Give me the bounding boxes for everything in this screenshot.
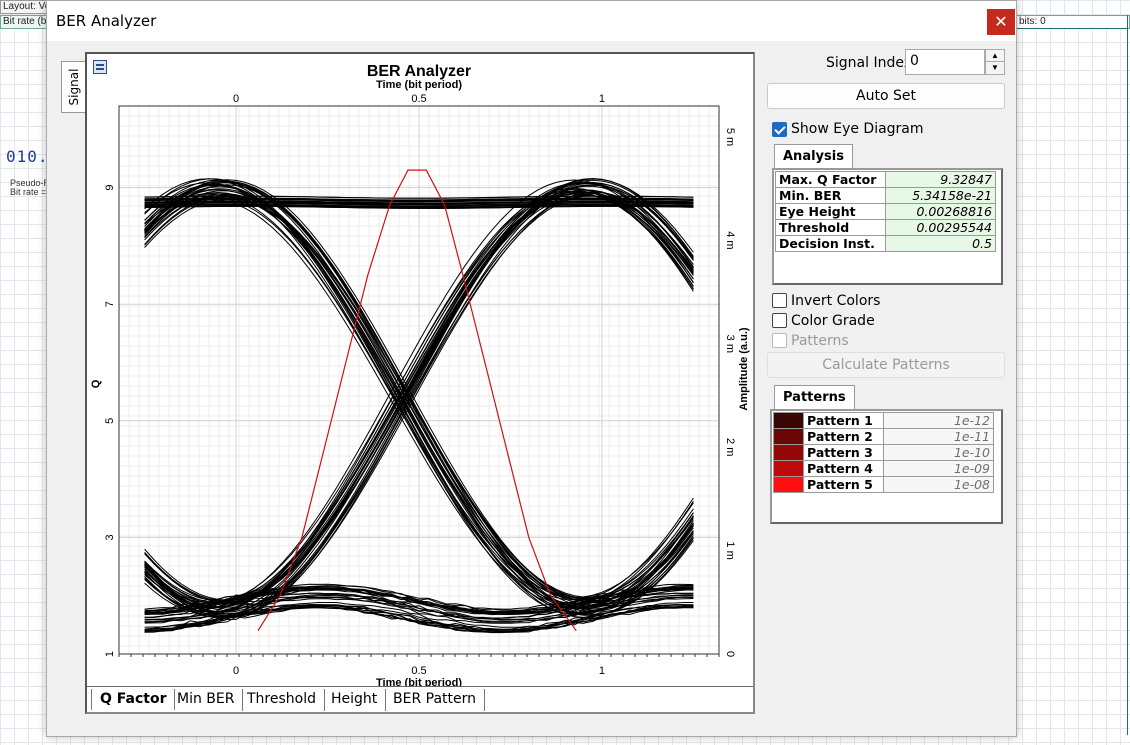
invert-colors-label: Invert Colors	[791, 293, 881, 309]
x-tick-label-top: 0.5	[411, 93, 426, 105]
table-row: Threshold 0.00295544	[775, 219, 996, 236]
color-grade-checkbox[interactable]	[772, 313, 787, 328]
analysis-key: Decision Inst.	[775, 235, 886, 252]
analysis-value: 5.34158e-21	[885, 187, 996, 204]
pattern-color-swatch	[773, 476, 804, 493]
analysis-panel: Max. Q Factor 9.32847 Min. BER 5.34158e-21…	[772, 168, 1003, 285]
y-right-tick-label: 2 m	[724, 438, 736, 456]
background-wire	[1016, 28, 1128, 29]
analysis-value: 0.00295544	[885, 219, 996, 236]
pattern-name: Pattern 5	[803, 476, 884, 493]
pattern-row: Pattern 5 1e-08	[773, 476, 994, 493]
tab-threshold[interactable]: Threshold	[239, 689, 325, 711]
y-axis-label-right: Amplitude (a.u.)	[738, 327, 750, 410]
color-grade-label: Color Grade	[791, 313, 875, 329]
chart-view-tabs: Q Factor Min BER Threshold Height BER Pa…	[87, 686, 753, 712]
tab-q-factor[interactable]: Q Factor	[91, 689, 176, 711]
patterns-checkbox-label: Patterns	[791, 333, 849, 349]
y-left-tick-label: 5	[104, 418, 116, 424]
auto-set-button[interactable]: Auto Set	[767, 83, 1005, 109]
x-tick-label-top: 1	[599, 93, 605, 105]
ber-analyzer-window: BER Analyzer ✕ Signal 0 0 0.5 0.5 1 1 1 3 5 7 9 0 1 …	[46, 0, 1017, 737]
background-bitrate-label: Bit rate (bi	[0, 15, 48, 29]
y-right-tick-label: 5 m	[724, 128, 736, 146]
y-axis-label-left: Q	[90, 379, 102, 388]
patterns-table: Pattern 1 1e-12 Pattern 2 1e-11 Pattern 3 1e-…	[773, 412, 994, 493]
y-right-tick-label: 1 m	[724, 541, 736, 559]
spin-down-icon[interactable]: ▼	[986, 62, 1004, 74]
pattern-value: 1e-12	[883, 412, 994, 429]
analysis-value: 0.5	[885, 235, 996, 252]
eye-diagram-chart[interactable]: 0 0 0.5 0.5 1 1 1 3 5 7 9 0 1 m 2 m 3 m 4 m 5 m BER Analy…	[87, 54, 753, 686]
y-left-tick-label: 9	[104, 185, 116, 191]
tab-patterns[interactable]: Patterns	[774, 385, 855, 410]
background-wire	[1127, 15, 1128, 735]
analysis-key: Threshold	[775, 219, 886, 236]
x-axis-label-bottom: Time (bit period)	[376, 677, 462, 686]
window-title: BER Analyzer	[56, 12, 157, 30]
y-right-tick-label: 4 m	[724, 231, 736, 249]
tab-analysis[interactable]: Analysis	[774, 144, 853, 169]
close-icon: ✕	[994, 12, 1008, 31]
signal-index-input[interactable]: 0	[905, 49, 985, 75]
tab-signal-label: Signal	[67, 68, 81, 106]
invert-colors-checkbox[interactable]	[772, 293, 787, 308]
y-left-tick-label: 3	[104, 534, 116, 540]
y-right-tick-label: 0	[724, 651, 736, 657]
show-eye-diagram-checkbox[interactable]	[772, 122, 787, 137]
pattern-name: Pattern 2	[803, 428, 884, 445]
x-tick-label-bottom: 1	[599, 665, 605, 677]
chart-panel: 0 0 0.5 0.5 1 1 1 3 5 7 9 0 1 m 2 m 3 m 4 m 5 m BER Analy…	[85, 52, 755, 714]
calculate-patterns-button[interactable]: Calculate Patterns	[767, 352, 1005, 378]
tab-ber-pattern[interactable]: BER Pattern	[385, 689, 485, 711]
pattern-color-swatch	[773, 412, 804, 429]
background-layout-label: Layout: Ve	[0, 0, 48, 14]
tab-min-ber[interactable]: Min BER	[169, 689, 244, 711]
signal-index-spinner[interactable]: ▲ ▼	[985, 49, 1005, 75]
pattern-name: Pattern 1	[803, 412, 884, 429]
y-right-tick-label: 3 m	[724, 335, 736, 353]
analysis-value: 0.00268816	[885, 203, 996, 220]
pattern-color-swatch	[773, 428, 804, 445]
table-row: Max. Q Factor 9.32847	[775, 171, 996, 188]
spin-up-icon[interactable]: ▲	[986, 50, 1004, 62]
table-row: Decision Inst. 0.5	[775, 235, 996, 252]
patterns-checkbox[interactable]	[772, 333, 787, 348]
analysis-key: Min. BER	[775, 187, 886, 204]
pattern-color-swatch	[773, 460, 804, 477]
show-eye-diagram-label: Show Eye Diagram	[791, 121, 924, 137]
y-left-tick-label: 7	[104, 301, 116, 307]
signal-index-label: Signal Index:	[826, 55, 917, 71]
title-bar[interactable]: BER Analyzer ✕	[47, 1, 1016, 41]
tab-signal[interactable]: Signal	[61, 61, 85, 113]
pattern-value: 1e-08	[883, 476, 994, 493]
x-tick-label-bottom: 0	[233, 665, 239, 677]
pattern-value: 1e-09	[883, 460, 994, 477]
pattern-value: 1e-11	[883, 428, 994, 445]
pattern-row: Pattern 4 1e-09	[773, 460, 994, 477]
pattern-name: Pattern 3	[803, 444, 884, 461]
background-component-label: Bit rate =	[10, 187, 47, 197]
analysis-table: Max. Q Factor 9.32847 Min. BER 5.34158e-21…	[775, 171, 996, 252]
pattern-name: Pattern 4	[803, 460, 884, 477]
pattern-row: Pattern 3 1e-10	[773, 444, 994, 461]
analysis-key: Max. Q Factor	[775, 171, 886, 188]
x-tick-label-top: 0	[233, 93, 239, 105]
chart-title: BER Analyzer	[367, 63, 471, 80]
pattern-value: 1e-10	[883, 444, 994, 461]
x-axis-label-top: Time (bit period)	[376, 79, 462, 91]
x-tick-label-bottom: 0.5	[411, 665, 426, 677]
table-row: Eye Height 0.00268816	[775, 203, 996, 220]
y-left-tick-label: 1	[104, 651, 116, 657]
background-bits-field: bits: 0	[1016, 15, 1130, 29]
close-button[interactable]: ✕	[987, 9, 1015, 35]
pattern-row: Pattern 1 1e-12	[773, 412, 994, 429]
pattern-row: Pattern 2 1e-11	[773, 428, 994, 445]
table-row: Min. BER 5.34158e-21	[775, 187, 996, 204]
analysis-value: 9.32847	[885, 171, 996, 188]
pattern-color-swatch	[773, 444, 804, 461]
patterns-panel: Pattern 1 1e-12 Pattern 2 1e-11 Pattern 3 1e-…	[770, 409, 1003, 524]
tab-height[interactable]: Height	[323, 689, 387, 711]
analysis-key: Eye Height	[775, 203, 886, 220]
